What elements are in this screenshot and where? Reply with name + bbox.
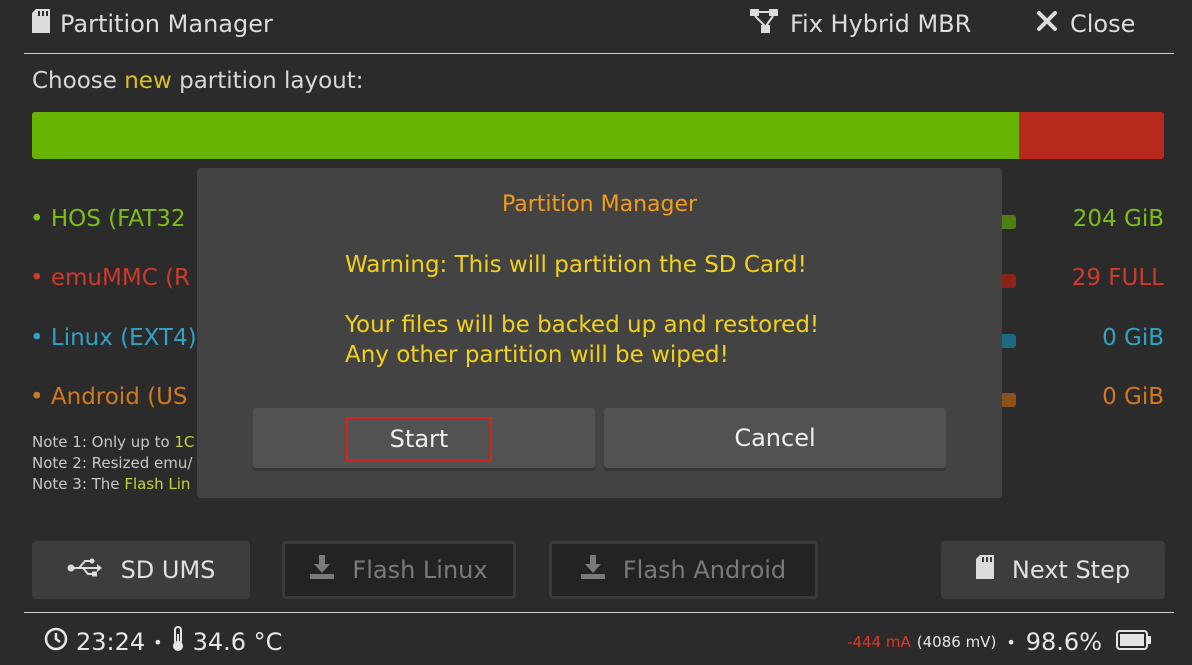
footer-divider	[24, 612, 1174, 613]
battery-voltage: (4086 mV)	[916, 633, 997, 651]
layout-prompt-prefix: Choose	[32, 68, 125, 94]
dialog-title: Partition Manager	[501, 192, 698, 217]
partition-layout-bar[interactable]	[32, 112, 1164, 159]
note-1-text: Note 1: Only up to	[32, 433, 175, 451]
battery-current: -444 mA	[847, 633, 911, 651]
linux-slider-handle[interactable]	[1000, 334, 1016, 348]
separator: •	[153, 632, 163, 652]
partition-label-android: • Android (US	[30, 384, 188, 410]
fix-hybrid-mbr-button[interactable]: Fix Hybrid MBR	[750, 8, 971, 40]
close-icon	[1036, 10, 1058, 38]
note-2: Note 2: Resized emu/	[32, 453, 194, 474]
notes: Note 1: Only up to 1C Note 2: Resized em…	[32, 432, 194, 495]
separator: •	[1006, 632, 1016, 652]
partition-value-emummc: 29 FULL	[1071, 265, 1164, 291]
partition-label-hos: • HOS (FAT32	[30, 206, 186, 232]
battery-percent: 98.6%	[1025, 628, 1102, 656]
close-label: Close	[1070, 10, 1136, 38]
hos-slider-handle[interactable]	[1000, 215, 1016, 229]
android-slider-handle[interactable]	[1000, 393, 1016, 407]
clock-icon	[44, 627, 68, 657]
cancel-button-label: Cancel	[734, 424, 816, 452]
time: 23:24	[76, 628, 146, 656]
partition-value-linux: 0 GiB	[1102, 325, 1164, 351]
hierarchy-icon	[750, 9, 778, 39]
dialog-message: Warning: This will partition the SD Card…	[345, 250, 819, 370]
fix-hybrid-mbr-label: Fix Hybrid MBR	[790, 10, 972, 38]
battery-icon	[1116, 630, 1152, 654]
app-title: Partition Manager	[60, 10, 273, 38]
flash-android-label: Flash Android	[622, 556, 787, 584]
layout-prompt: Choose new partition layout:	[32, 68, 364, 94]
sd-ums-label: SD UMS	[120, 556, 216, 584]
emummc-slider-handle[interactable]	[1000, 274, 1016, 288]
note-1-accent: 1C	[174, 433, 195, 451]
note-2-text: Note 2: Resized emu/	[32, 454, 193, 472]
start-button-label: Start	[389, 425, 449, 453]
sd-ums-button[interactable]: SD UMS	[32, 541, 250, 599]
partition-value-android: 0 GiB	[1102, 384, 1164, 410]
note-3-accent: Flash Lin	[124, 475, 191, 493]
partition-label-linux: • Linux (EXT4)	[30, 325, 197, 351]
layout-prompt-suffix: partition layout:	[171, 68, 364, 94]
partition-label-emummc: • emuMMC (R	[30, 265, 191, 291]
header-title: Partition Manager	[32, 8, 273, 40]
partition-manager-screen: Partition Manager Fix Hybrid MBR Close C…	[0, 0, 1192, 665]
flash-linux-label: Flash Linux	[352, 556, 488, 584]
note-3-text: Note 3: The	[32, 475, 125, 493]
flash-android-button[interactable]: Flash Android	[549, 541, 818, 599]
emummc-segment	[1019, 112, 1164, 159]
layout-prompt-accent: new	[124, 68, 172, 94]
dialog-wipe-line: Any other partition will be wiped!	[345, 342, 729, 368]
next-step-button[interactable]: Next Step	[941, 541, 1165, 599]
note-3: Note 3: The Flash Lin	[32, 474, 194, 495]
download-icon	[310, 555, 335, 585]
status-bar-left: 23:24 • 34.6 °C	[44, 626, 282, 658]
next-step-label: Next Step	[1011, 556, 1131, 584]
confirm-dialog: Partition Manager Warning: This will par…	[197, 168, 1002, 498]
sd-card-icon	[975, 555, 994, 585]
flash-linux-button[interactable]: Flash Linux	[282, 541, 516, 599]
sd-card-icon	[32, 9, 50, 39]
usb-icon	[67, 556, 103, 584]
download-icon	[580, 555, 605, 585]
header-divider	[24, 53, 1174, 54]
close-button[interactable]: Close	[1036, 8, 1135, 40]
cancel-button[interactable]: Cancel	[604, 408, 946, 468]
partition-value-hos: 204 GiB	[1072, 206, 1164, 232]
temperature: 34.6 °C	[192, 628, 283, 656]
note-1: Note 1: Only up to 1C	[32, 432, 194, 453]
status-bar-right: -444 mA (4086 mV) • 98.6%	[847, 626, 1152, 658]
dialog-backup-line: Your files will be backed up and restore…	[345, 312, 820, 338]
dialog-warning-line: Warning: This will partition the SD Card…	[345, 252, 807, 278]
thermometer-icon	[171, 626, 185, 658]
hos-segment	[32, 112, 1019, 159]
